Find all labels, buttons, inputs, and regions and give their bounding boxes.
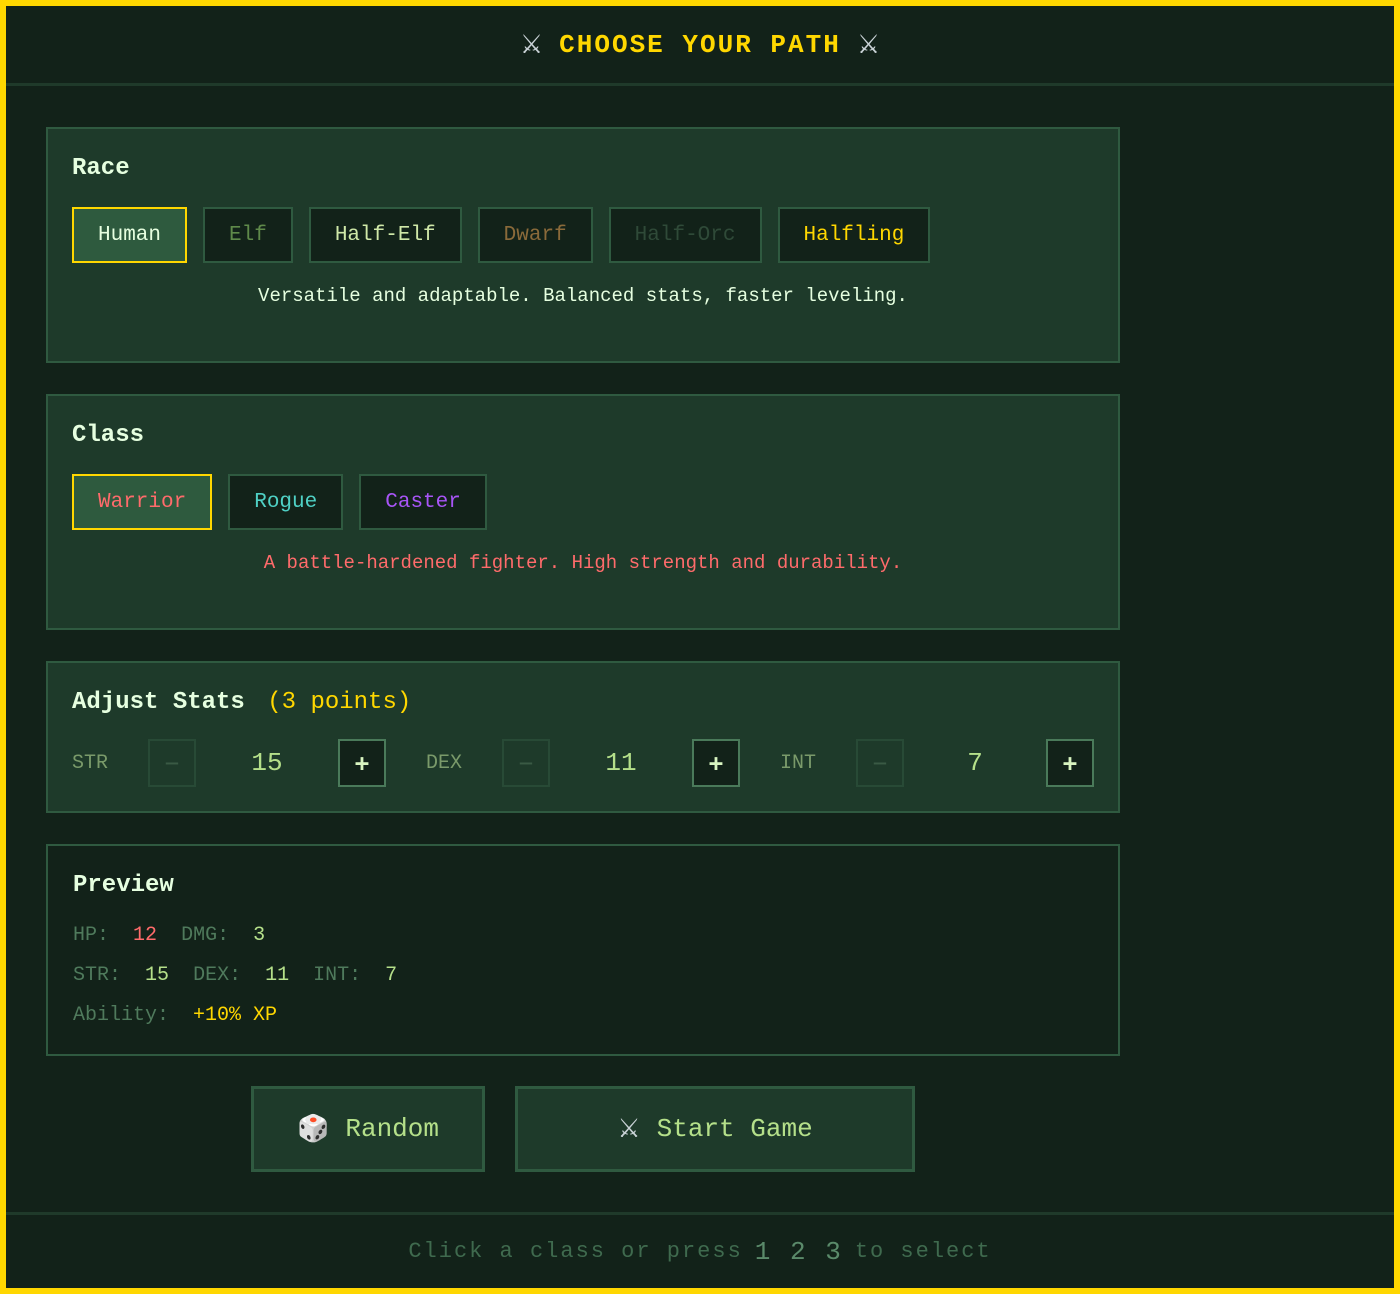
crossed-swords-icon: ⚔ [617,1114,641,1144]
preview-panel: Preview HP: 12 DMG: 3 STR: 15 DEX: 11 IN… [46,844,1120,1056]
page-title: CHOOSE YOUR PATH [559,29,841,60]
race-option-halfling[interactable]: Halfling [777,207,931,263]
int-stat-label: INT [780,751,817,775]
preview-line-ability: Ability: +10% XP [73,1004,277,1027]
stats-title: Adjust Stats [72,689,245,716]
hp-value: 12 [133,924,158,947]
start-game-button-label: Start Game [656,1114,813,1144]
footer-suffix: to select [854,1239,992,1264]
str-increase-button[interactable]: + [338,739,386,787]
str-stat-label: STR [72,751,109,775]
class-option-rogue[interactable]: Rogue [228,474,344,530]
int-value: 7 [385,964,398,987]
int-decrease-button[interactable]: − [856,739,904,787]
crossed-swords-icon: ⚔ [856,29,881,60]
ability-value: +10% XP [193,1004,278,1027]
race-description: Versatile and adaptable. Balanced stats,… [258,285,908,307]
str-label: STR: [73,964,122,987]
race-option-dwarf[interactable]: Dwarf [477,207,593,263]
race-panel: Race Human Elf Half-Elf Dwarf Half-Orc Halfli… [46,127,1120,363]
str-decrease-button[interactable]: − [148,739,196,787]
hp-label: HP: [73,924,110,947]
stats-panel: Adjust Stats (3 points) STR − 15 + DEX − 11 + IN… [46,661,1120,813]
preview-line-combat: HP: 12 DMG: 3 [73,924,265,947]
int-increase-button[interactable]: + [1046,739,1094,787]
stats-heading: Adjust Stats (3 points) [72,689,411,716]
dex-increase-button[interactable]: + [692,739,740,787]
dex-decrease-button[interactable]: − [502,739,550,787]
race-option-half-elf[interactable]: Half-Elf [308,207,462,263]
class-option-warrior[interactable]: Warrior [72,474,213,530]
dmg-label: DMG: [181,924,230,947]
random-button[interactable]: 🎲 Random [251,1086,485,1172]
random-button-label: Random [345,1114,439,1144]
race-options: Human Elf Half-Elf Dwarf Half-Orc Halfling [72,207,931,263]
str-value: 15 [145,964,170,987]
game-frame: ⚔ CHOOSE YOUR PATH ⚔ Race Human Elf Half-E… [6,6,1394,1288]
race-heading: Race [72,155,130,182]
dice-icon: 🎲 [297,1114,330,1144]
dex-stat-label: DEX [426,751,463,775]
class-panel: Class Warrior Rogue Caster A battle-harden… [46,394,1120,630]
race-option-half-orc[interactable]: Half-Orc [608,207,762,263]
race-option-human[interactable]: Human [72,207,188,263]
preview-line-stats: STR: 15 DEX: 11 INT: 7 [73,964,397,987]
footer-hint: Click a class or press 1 2 3 to select [6,1212,1394,1288]
ability-label: Ability: [73,1004,170,1027]
dmg-value: 3 [253,924,266,947]
footer-prefix: Click a class or press [408,1239,743,1264]
dex-stat-value: 11 [605,748,637,778]
points-remaining: (3 points) [267,689,412,716]
int-stat-value: 7 [967,748,983,778]
class-description: A battle-hardened fighter. High strength… [263,552,903,574]
dex-label: DEX: [193,964,242,987]
race-option-elf[interactable]: Elf [203,207,293,263]
int-label: INT: [313,964,362,987]
crossed-swords-icon: ⚔ [519,29,544,60]
class-options: Warrior Rogue Caster [72,474,487,530]
class-heading: Class [72,422,145,449]
preview-heading: Preview [73,872,174,899]
header: ⚔ CHOOSE YOUR PATH ⚔ [6,6,1394,86]
class-option-caster[interactable]: Caster [359,474,487,530]
str-stat-value: 15 [251,748,283,778]
stat-row: STR − 15 + DEX − 11 + INT − 7 + [72,739,1094,787]
footer-keys: 1 2 3 [754,1236,843,1267]
start-game-button[interactable]: ⚔ Start Game [515,1086,915,1172]
dex-value: 11 [265,964,290,987]
